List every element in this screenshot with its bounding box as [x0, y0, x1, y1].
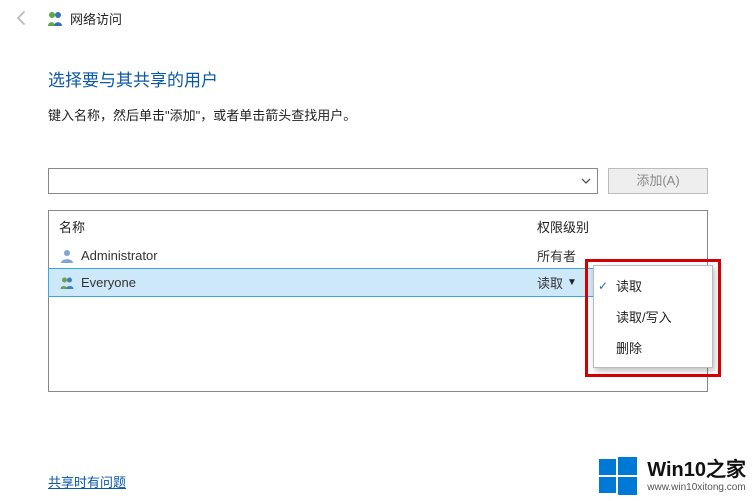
caret-down-icon[interactable]: ▼ [567, 277, 577, 288]
add-button: 添加(A) [608, 168, 708, 194]
windows-logo-icon [597, 455, 639, 497]
menu-item-label: 删除 [616, 338, 642, 357]
network-share-icon [46, 9, 64, 27]
user-combobox[interactable] [48, 168, 598, 194]
menu-item-readwrite[interactable]: 读取/写入 [594, 301, 712, 332]
user-name: Administrator [81, 248, 158, 263]
check-icon: ✓ [598, 279, 608, 293]
permission-value: 所有者 [537, 246, 576, 265]
user-icon [59, 248, 75, 264]
menu-item-label: 读取/写入 [616, 307, 672, 326]
page-subtext: 键入名称，然后单击"添加"，或者单击箭头查找用户。 [48, 105, 708, 124]
column-permission[interactable]: 权限级别 [537, 217, 697, 236]
list-header: 名称 权限级别 [49, 211, 707, 242]
watermark-title: Win10之家 [647, 460, 746, 480]
watermark-url: www.win10xitong.com [647, 482, 746, 493]
menu-item-delete[interactable]: 删除 [594, 332, 712, 363]
permission-menu: ✓ 读取 读取/写入 删除 [593, 265, 713, 368]
menu-item-read[interactable]: ✓ 读取 [594, 270, 712, 301]
dialog-header: 网络访问 [0, 0, 756, 34]
chevron-down-icon [581, 175, 591, 187]
user-name: Everyone [81, 275, 136, 290]
user-list: 名称 权限级别 Administrator 所有者 Everyone [48, 210, 708, 392]
dialog-title: 网络访问 [70, 9, 122, 28]
permission-value: 读取 [537, 273, 563, 292]
help-link[interactable]: 共享时有问题 [48, 472, 126, 491]
back-icon[interactable] [12, 8, 32, 28]
page-heading: 选择要与其共享的用户 [48, 66, 708, 91]
column-name[interactable]: 名称 [59, 217, 537, 236]
group-icon [59, 275, 75, 291]
watermark: Win10之家 www.win10xitong.com [597, 455, 746, 497]
menu-item-label: 读取 [616, 276, 642, 295]
